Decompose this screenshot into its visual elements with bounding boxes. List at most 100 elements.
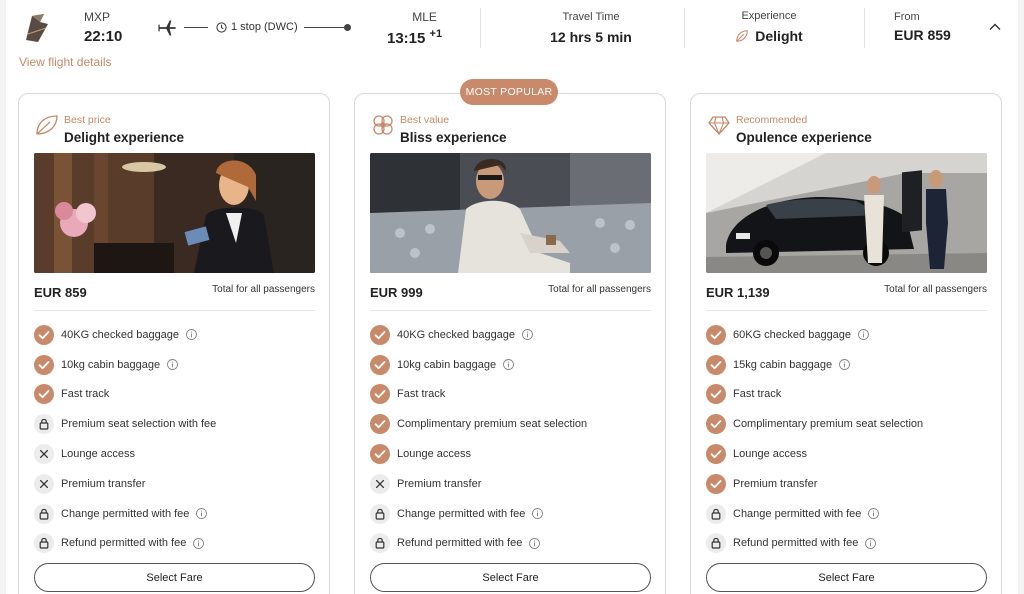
- feature-row: Change permitted with fee: [370, 499, 651, 529]
- arrival-info: MLE 13:15 +1: [387, 10, 442, 47]
- select-fare-button[interactable]: Select Fare: [34, 563, 315, 592]
- total-label: Total for all passengers: [548, 284, 651, 295]
- fare-card-opulence: Recommended Opulence experience EUR 1,13…: [690, 93, 1002, 594]
- info-icon[interactable]: [858, 329, 869, 341]
- feature-label: Premium transfer: [397, 477, 482, 490]
- departure-info: MXP 22:10: [84, 10, 122, 45]
- lock-icon: [370, 503, 390, 524]
- feature-label: 60KG checked baggage: [733, 328, 852, 341]
- info-icon[interactable]: [839, 359, 851, 371]
- feature-row: Lounge access: [34, 439, 315, 469]
- feature-row: Change permitted with fee: [34, 499, 315, 529]
- feature-row: 40KG checked baggage: [370, 320, 651, 350]
- feature-row: Fast track: [34, 380, 315, 410]
- feature-label: Lounge access: [397, 448, 471, 461]
- view-flight-details-link[interactable]: View flight details: [19, 55, 112, 69]
- fare-card-bliss: Best value Bliss experience EUR 999 Tota…: [354, 93, 666, 594]
- feature-list: 40KG checked baggage 10kg cabin baggage Fa…: [34, 320, 315, 558]
- close-icon: [370, 473, 390, 494]
- most-popular-badge: MOST POPULAR: [460, 79, 558, 105]
- check-circle-icon: [34, 384, 54, 405]
- lock-icon: [34, 503, 54, 524]
- info-icon[interactable]: [503, 359, 515, 371]
- from-label: From: [894, 11, 920, 23]
- info-icon[interactable]: [532, 508, 544, 520]
- feature-row: 60KG checked baggage: [706, 320, 987, 350]
- select-fare-button[interactable]: Select Fare: [706, 563, 987, 592]
- feature-row: Refund permitted with fee: [706, 529, 987, 559]
- fare-title: Opulence experience: [736, 130, 872, 145]
- feature-row: 10kg cabin baggage: [34, 350, 315, 380]
- delight-photo: [34, 153, 315, 273]
- from-price: EUR 859: [894, 27, 951, 43]
- flower-icon: [373, 115, 393, 135]
- fare-tier: Best value: [400, 114, 450, 126]
- feature-label: Refund permitted with fee: [733, 537, 859, 550]
- total-label: Total for all passengers: [884, 284, 987, 295]
- fare-title: Delight experience: [64, 130, 185, 145]
- feature-row: Lounge access: [370, 439, 651, 469]
- close-icon: [34, 444, 54, 465]
- info-icon[interactable]: [186, 329, 197, 341]
- departure-time: 22:10: [84, 28, 123, 45]
- divider: [864, 8, 865, 48]
- travel-time-label: Travel Time: [562, 11, 620, 23]
- check-circle-icon: [370, 444, 390, 465]
- feature-label: 40KG checked baggage: [397, 328, 516, 341]
- arrival-code: MLE: [412, 10, 437, 24]
- feature-row: Refund permitted with fee: [34, 529, 315, 559]
- feature-label: 10kg cabin baggage: [61, 358, 161, 371]
- fare-tier: Recommended: [736, 114, 808, 126]
- stops-text: 1 stop (DWC): [231, 21, 298, 33]
- lock-icon: [706, 503, 726, 524]
- feature-row: Change permitted with fee: [706, 499, 987, 529]
- departure-code: MXP: [84, 10, 111, 24]
- info-icon[interactable]: [193, 538, 205, 549]
- fare-price: EUR 1,139: [706, 285, 770, 300]
- fare-title: Bliss experience: [400, 130, 507, 145]
- select-fare-button[interactable]: Select Fare: [370, 563, 651, 592]
- flight-summary-header: MXP 22:10 1 stop (DWC) MLE 13:15 +1 Trav…: [6, 0, 1018, 52]
- feature-row: Premium transfer: [706, 469, 987, 499]
- info-icon[interactable]: [868, 508, 880, 520]
- check-circle-icon: [706, 444, 726, 465]
- route-line: [184, 27, 208, 28]
- feature-label: Refund permitted with fee: [397, 537, 523, 550]
- feature-row: 40KG checked baggage: [34, 320, 315, 350]
- feature-label: 15kg cabin baggage: [733, 358, 833, 371]
- info-icon[interactable]: [865, 538, 877, 549]
- lock-icon: [34, 533, 54, 554]
- check-circle-icon: [34, 354, 54, 375]
- feature-label: Refund permitted with fee: [61, 537, 187, 550]
- feature-list: 40KG checked baggage 10kg cabin baggage Fa…: [370, 320, 651, 558]
- feature-row: Refund permitted with fee: [370, 529, 651, 559]
- info-icon[interactable]: [196, 508, 208, 520]
- feature-label: Lounge access: [61, 448, 135, 461]
- diamond-icon: [708, 116, 730, 135]
- airline-logo-icon: [26, 14, 48, 42]
- check-circle-icon: [706, 384, 726, 405]
- lock-icon: [370, 533, 390, 554]
- feature-label: Fast track: [61, 388, 110, 401]
- feature-label: Fast track: [397, 388, 446, 401]
- feature-row: 10kg cabin baggage: [370, 350, 651, 380]
- close-icon: [34, 473, 54, 494]
- chevron-up-icon[interactable]: [988, 20, 1002, 34]
- fare-card-delight: Best price Delight experience EUR 859 To…: [18, 93, 330, 594]
- info-icon[interactable]: [522, 329, 533, 341]
- arrival-time: 13:15 +1: [387, 28, 442, 47]
- feature-row: Premium transfer: [370, 469, 651, 499]
- divider: [706, 310, 987, 311]
- feature-row: Premium seat selection with fee: [34, 409, 315, 439]
- info-icon[interactable]: [529, 538, 541, 549]
- clock-icon: [216, 21, 227, 33]
- stops-info: 1 stop (DWC): [216, 21, 298, 33]
- opulence-photo: [706, 153, 987, 273]
- feature-label: Premium transfer: [61, 477, 146, 490]
- feature-row: 15kg cabin baggage: [706, 350, 987, 380]
- bliss-photo: [370, 153, 651, 273]
- feature-label: Change permitted with fee: [397, 507, 526, 520]
- feature-label: Complimentary premium seat selection: [733, 418, 924, 431]
- info-icon[interactable]: [167, 359, 179, 371]
- total-label: Total for all passengers: [212, 284, 315, 295]
